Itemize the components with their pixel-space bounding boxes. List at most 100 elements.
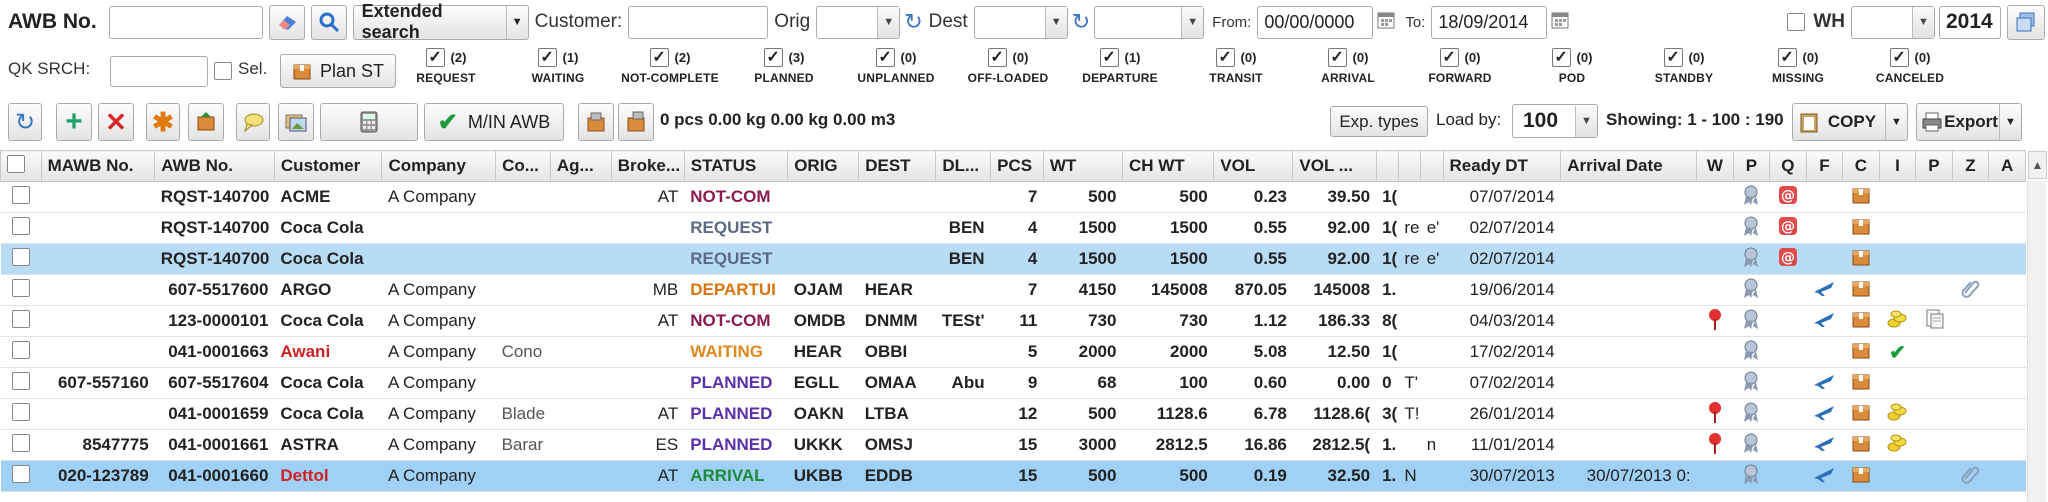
- status-filter-not-complete[interactable]: ✓ (2) NOT-COMPLETE: [620, 48, 720, 85]
- flag-cell[interactable]: [1733, 460, 1770, 492]
- status-checkbox[interactable]: ✓: [763, 48, 783, 67]
- export-button[interactable]: Export ▼: [1916, 103, 2022, 141]
- load-by-select[interactable]: 100 ▼: [1512, 104, 1598, 138]
- status-checkbox[interactable]: ✓: [1215, 48, 1235, 67]
- column-header[interactable]: AWB No.: [154, 150, 275, 182]
- flag-cell[interactable]: [1842, 181, 1880, 213]
- status-filter-standby[interactable]: ✓ (0) STANDBY: [1634, 48, 1734, 85]
- flag-cell[interactable]: [1879, 429, 1916, 461]
- flag-cell[interactable]: @: [1769, 212, 1807, 244]
- flag-cell[interactable]: [1733, 243, 1770, 275]
- flag-cell[interactable]: [1696, 305, 1734, 337]
- extra-select[interactable]: ▼: [1094, 5, 1205, 39]
- asterisk-button[interactable]: ✱: [146, 103, 180, 141]
- flag-cell[interactable]: [1806, 460, 1843, 492]
- select-checkbox[interactable]: [214, 62, 232, 80]
- table-row[interactable]: RQST-140700 ACME A Company AT NOT-COM 7 500 500…: [0, 181, 2026, 213]
- status-checkbox[interactable]: ✓: [1551, 48, 1571, 67]
- status-filter-pod[interactable]: ✓ (0) POD: [1522, 48, 1622, 85]
- delete-button[interactable]: ✕: [98, 103, 134, 141]
- row-checkbox[interactable]: [11, 216, 30, 235]
- flag-cell[interactable]: [1842, 212, 1880, 244]
- flag-cell[interactable]: [1733, 398, 1770, 430]
- column-header[interactable]: Ag...: [549, 150, 612, 182]
- column-header[interactable]: A: [1988, 150, 2026, 182]
- status-filter-arrival[interactable]: ✓ (0) ARRIVAL: [1298, 48, 1398, 85]
- calendar-icon[interactable]: [1551, 11, 1569, 34]
- to-date-input[interactable]: 18/09/2014: [1431, 5, 1548, 39]
- column-header[interactable]: Co...: [495, 150, 551, 182]
- column-header[interactable]: MAWB No.: [40, 150, 156, 182]
- chevron-down-icon[interactable]: ▼: [505, 5, 528, 39]
- column-header[interactable]: PCS: [990, 150, 1044, 182]
- flag-cell[interactable]: [1879, 398, 1916, 430]
- customer-input[interactable]: [628, 5, 769, 39]
- photos-button[interactable]: [278, 103, 314, 141]
- column-header[interactable]: VOL ...: [1292, 150, 1377, 182]
- settings-button[interactable]: [2007, 4, 2045, 40]
- status-filter-missing[interactable]: ✓ (0) MISSING: [1748, 48, 1848, 85]
- column-header[interactable]: Ready DT: [1442, 150, 1562, 182]
- awb-input[interactable]: [108, 5, 263, 39]
- refresh-icon[interactable]: ↻: [1072, 9, 1090, 35]
- row-checkbox[interactable]: [11, 371, 30, 390]
- flag-cell[interactable]: [1842, 398, 1880, 430]
- status-filter-waiting[interactable]: ✓ (1) WAITING: [508, 48, 608, 85]
- row-checkbox[interactable]: [11, 464, 30, 483]
- column-header[interactable]: C: [1842, 150, 1880, 182]
- select-all-header[interactable]: [0, 150, 42, 182]
- status-filter-forward[interactable]: ✓ (0) FORWARD: [1410, 48, 1510, 85]
- flag-cell[interactable]: [1806, 367, 1843, 399]
- row-checkbox[interactable]: [11, 278, 30, 297]
- extended-search-button[interactable]: Extended search ▼: [352, 1, 529, 42]
- search-button[interactable]: [310, 4, 347, 40]
- flag-cell[interactable]: [1806, 398, 1843, 430]
- row-checkbox[interactable]: [11, 433, 30, 452]
- chevron-down-icon[interactable]: ▼: [1885, 104, 1907, 140]
- row-checkbox[interactable]: [11, 247, 30, 266]
- column-header[interactable]: STATUS: [683, 150, 789, 182]
- table-row[interactable]: 607-557160 607-5517604 Coca Cola A Company P…: [0, 367, 2026, 399]
- column-header[interactable]: F: [1805, 150, 1844, 182]
- row-select-cell[interactable]: [0, 460, 42, 492]
- flag-cell[interactable]: [1842, 336, 1880, 368]
- status-checkbox[interactable]: ✓: [649, 48, 669, 67]
- column-header[interactable]: WT: [1042, 150, 1123, 182]
- calculator-button[interactable]: [320, 103, 418, 141]
- column-header[interactable]: DL...: [935, 150, 992, 182]
- refresh-icon[interactable]: ↻: [904, 9, 922, 35]
- wh-checkbox[interactable]: [1787, 13, 1806, 31]
- column-header[interactable]: [1397, 150, 1422, 182]
- year-input[interactable]: 2014: [1939, 5, 2001, 39]
- row-checkbox[interactable]: [11, 340, 30, 359]
- scroll-up-icon[interactable]: ▲: [2028, 151, 2047, 179]
- status-filter-off-loaded[interactable]: ✓ (0) OFF-LOADED: [958, 48, 1058, 85]
- table-row[interactable]: 020-123789 041-0001660 Dettol A Company AT AR…: [0, 460, 2026, 492]
- status-checkbox[interactable]: ✓: [1099, 48, 1119, 67]
- flag-cell[interactable]: @: [1769, 181, 1807, 213]
- vertical-scrollbar[interactable]: ▲: [2027, 151, 2047, 502]
- flag-cell[interactable]: [1879, 305, 1916, 337]
- column-header[interactable]: Broke...: [610, 150, 685, 182]
- table-row[interactable]: 607-5517600 ARGO A Company MB DEPARTUI OJAM HE…: [0, 274, 2026, 306]
- column-header[interactable]: P: [1915, 150, 1953, 182]
- column-header[interactable]: Z: [1951, 150, 1990, 182]
- flag-cell[interactable]: [1696, 429, 1734, 461]
- status-checkbox[interactable]: ✓: [425, 48, 445, 67]
- flag-cell[interactable]: [1806, 429, 1843, 461]
- column-header[interactable]: Q: [1769, 150, 1807, 182]
- box-button[interactable]: [188, 103, 224, 141]
- status-checkbox[interactable]: ✓: [1327, 48, 1347, 67]
- column-header[interactable]: W: [1696, 150, 1734, 182]
- flag-cell[interactable]: [1842, 274, 1880, 306]
- flag-cell[interactable]: [1806, 274, 1843, 306]
- transfer-out-button[interactable]: [618, 103, 654, 141]
- status-checkbox[interactable]: ✓: [875, 48, 895, 67]
- flag-cell[interactable]: [1842, 460, 1880, 492]
- column-header[interactable]: VOL: [1213, 150, 1294, 182]
- flag-cell[interactable]: [1952, 274, 1989, 306]
- table-row[interactable]: 041-0001663 Awani A Company Cono WAITING HEAR…: [0, 336, 2026, 368]
- row-select-cell[interactable]: [0, 367, 42, 399]
- exp-types-button[interactable]: Exp. types: [1330, 106, 1428, 137]
- status-filter-departure[interactable]: ✓ (1) DEPARTURE: [1070, 48, 1170, 85]
